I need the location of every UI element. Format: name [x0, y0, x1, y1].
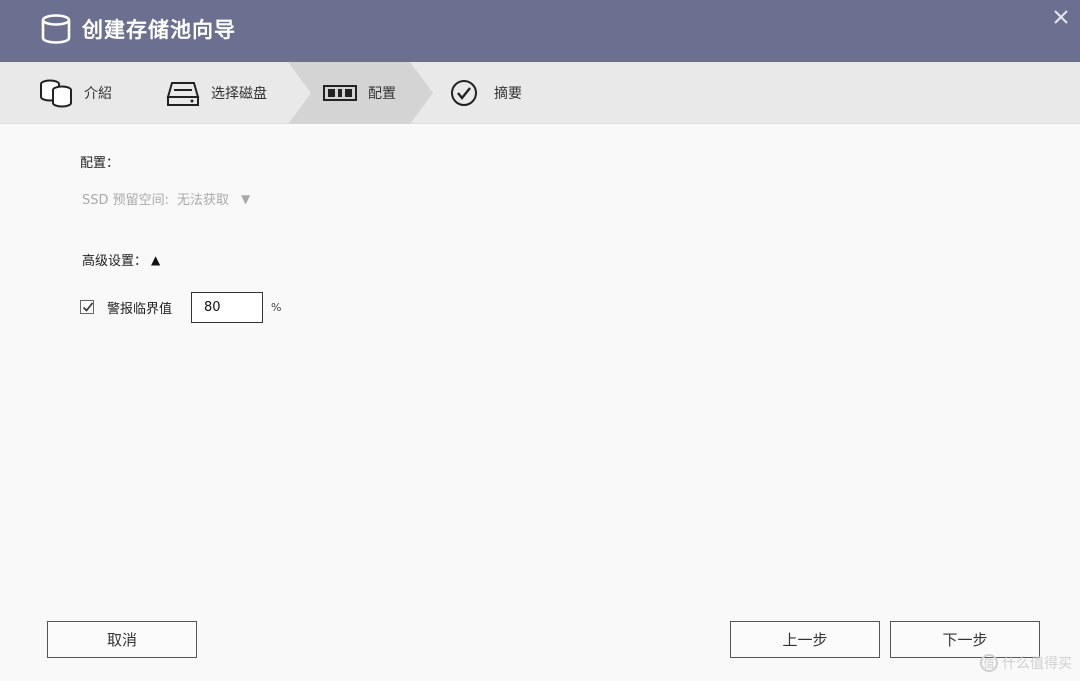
- title-bar: 创建存储池向导: [0, 0, 1080, 62]
- step-summary-label: 摘要: [494, 86, 522, 102]
- cancel-button[interactable]: 取消: [47, 621, 197, 658]
- config-section-label: 配置：: [80, 156, 120, 171]
- advanced-settings-toggle[interactable]: 高级设置： ▲: [82, 250, 160, 270]
- alert-threshold-label: 警报临界值: [107, 301, 173, 317]
- step-intro[interactable]: 介紹: [38, 62, 112, 124]
- step-summary[interactable]: 摘要: [448, 62, 522, 124]
- advanced-settings-label: 高级设置：: [82, 254, 148, 269]
- disk-drive-icon: [166, 82, 200, 106]
- wizard-steps: 介紹 选择磁盘 配置 摘要: [0, 62, 1080, 124]
- watermark-logo-icon: 值: [980, 654, 998, 672]
- step-select-disks[interactable]: 选择磁盘: [165, 62, 267, 124]
- window-title: 创建存储池向导: [82, 18, 236, 42]
- close-button[interactable]: [1048, 4, 1074, 30]
- content-area: 配置： SSD 预留空间: 无法获取 ▼ 高级设置： ▲ 警报临界值 % 取消 …: [0, 124, 1080, 681]
- raid-config-icon: [323, 85, 357, 101]
- alert-threshold-checkbox[interactable]: [80, 300, 94, 314]
- watermark-text: 什么值得买: [1002, 656, 1072, 672]
- ssd-dropdown-arrow-icon[interactable]: ▼: [241, 192, 250, 206]
- collapse-arrow-icon[interactable]: ▲: [151, 253, 160, 267]
- percent-unit: %: [271, 300, 282, 314]
- alert-threshold-row: 警报临界值 %: [80, 291, 281, 323]
- ssd-label: SSD 预留空间:: [82, 193, 170, 208]
- step-intro-label: 介紹: [84, 86, 112, 102]
- database-icon: [41, 14, 71, 44]
- step-select-disks-label: 选择磁盘: [211, 86, 267, 102]
- step-config-label: 配置: [368, 86, 396, 102]
- watermark: 值 什么值得买: [980, 653, 1072, 673]
- storage-pool-icon: [40, 79, 72, 108]
- checkmark-circle-icon: [451, 80, 477, 106]
- close-icon[interactable]: [1048, 4, 1074, 30]
- check-icon: [82, 302, 94, 312]
- ssd-value: 无法获取: [177, 193, 230, 208]
- ssd-overprovision-row: SSD 预留空间: 无法获取 ▼: [82, 189, 250, 209]
- step-config[interactable]: 配置: [322, 62, 396, 124]
- previous-button[interactable]: 上一步: [730, 621, 880, 658]
- alert-threshold-input[interactable]: [191, 291, 264, 323]
